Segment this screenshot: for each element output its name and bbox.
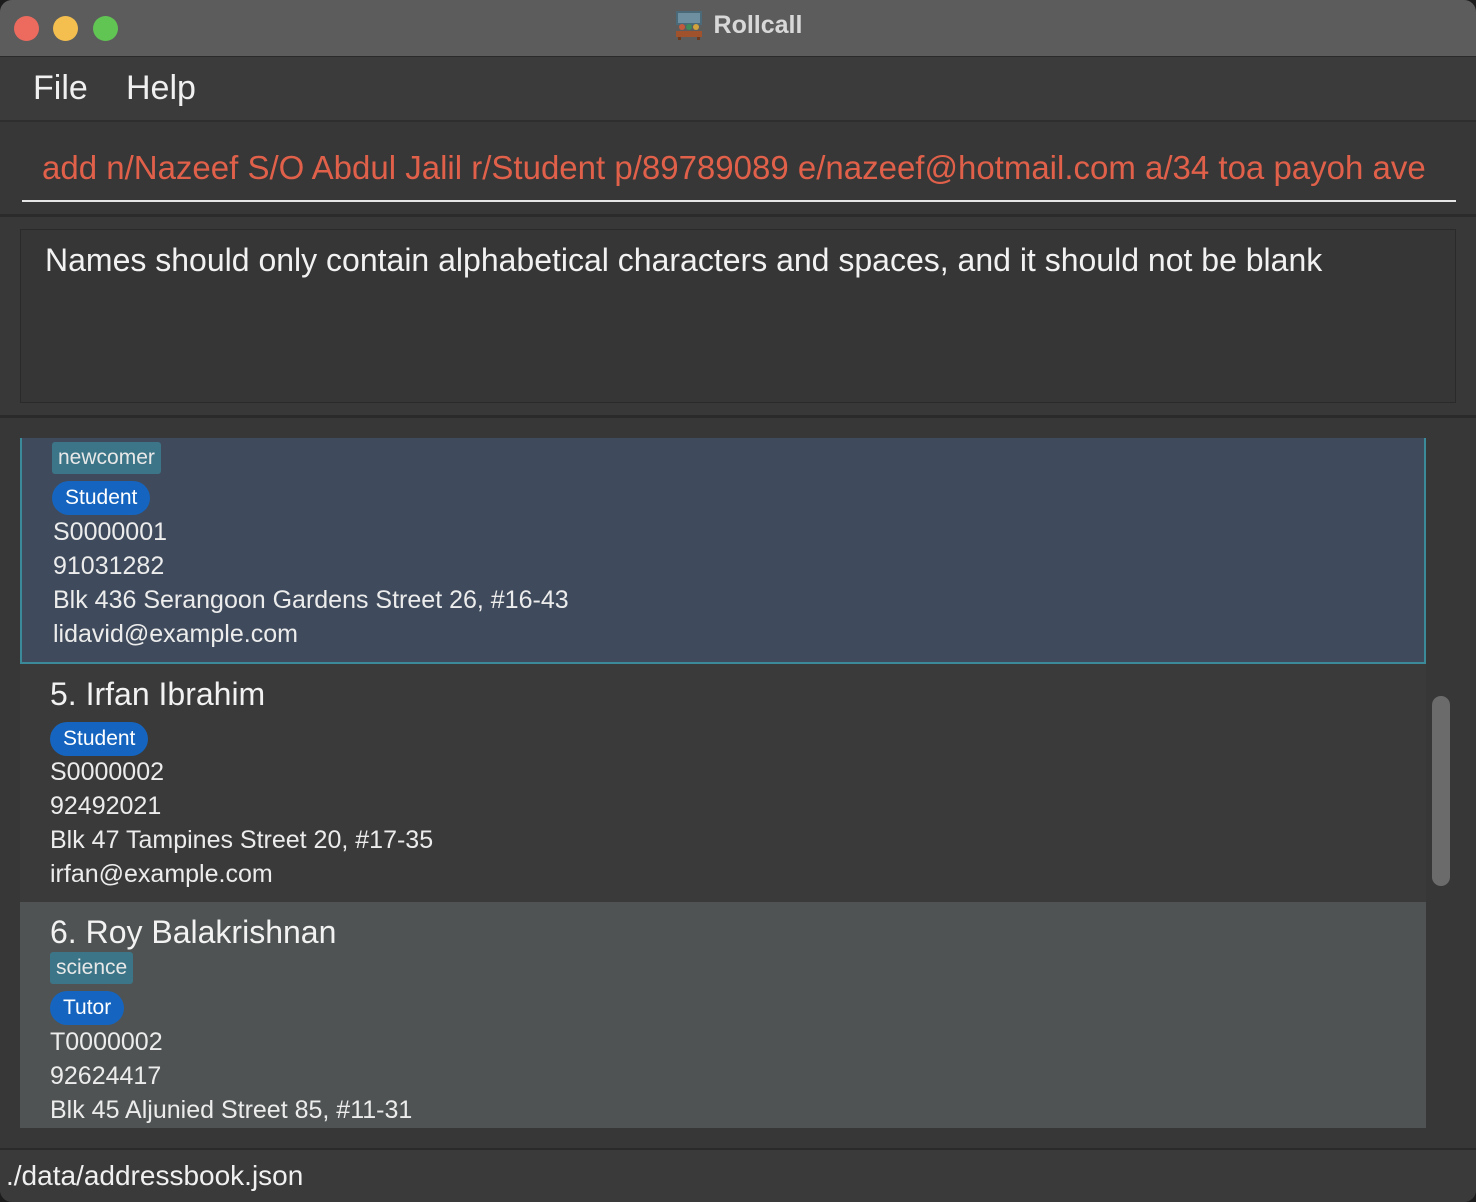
list-scrollbar[interactable] <box>1432 696 1450 886</box>
role-badge: Student <box>52 481 151 515</box>
person-phone: 92492021 <box>50 792 162 820</box>
save-location-path: ./data/addressbook.json <box>6 1160 304 1191</box>
title-bar: Rollcall <box>0 0 1476 57</box>
person-address: Blk 47 Tampines Street 20, #17-35 <box>50 826 434 854</box>
menu-help[interactable]: Help <box>126 69 196 108</box>
person-name: 5. Irfan Ibrahim <box>50 676 266 712</box>
person-phone: 91031282 <box>53 552 165 580</box>
status-bar: ./data/addressbook.json <box>0 1148 1476 1202</box>
role-badge: Tutor <box>50 991 125 1025</box>
tag-badge: newcomer <box>52 442 161 474</box>
person-name: 6. Roy Balakrishnan <box>50 914 337 950</box>
classroom-icon <box>675 11 702 40</box>
role-badge: Student <box>50 722 149 756</box>
person-address: Blk 45 Aljunied Street 85, #11-31 <box>50 1096 413 1124</box>
person-address: Blk 436 Serangoon Gardens Street 26, #16… <box>53 586 569 614</box>
tag-badge: science <box>50 952 134 984</box>
person-card[interactable]: 6. Roy Balakrishnan science Tutor T00000… <box>20 902 1426 1128</box>
person-phone: 92624417 <box>50 1062 162 1090</box>
app-window: Rollcall File Help add n/Nazeef S/O Abdu… <box>0 0 1476 1202</box>
menu-file[interactable]: File <box>33 69 88 108</box>
person-card[interactable]: 5. Irfan Ibrahim Student S0000002 924920… <box>20 664 1426 902</box>
person-id: S0000002 <box>50 758 165 786</box>
person-card-selected[interactable]: newcomer Student S0000001 91031282 Blk 4… <box>20 438 1426 664</box>
person-id: S0000001 <box>53 518 168 546</box>
command-input[interactable]: add n/Nazeef S/O Abdul Jalil r/Student p… <box>22 140 1456 202</box>
command-box: add n/Nazeef S/O Abdul Jalil r/Student p… <box>0 122 1476 217</box>
person-list-panel: newcomer Student S0000001 91031282 Blk 4… <box>0 418 1476 1148</box>
result-display: Names should only contain alphabetical c… <box>20 229 1456 403</box>
person-id: T0000002 <box>50 1028 163 1056</box>
person-email: lidavid@example.com <box>53 620 298 648</box>
person-list[interactable]: newcomer Student S0000001 91031282 Blk 4… <box>20 438 1426 1128</box>
result-display-panel: Names should only contain alphabetical c… <box>0 217 1476 418</box>
person-email: irfan@example.com <box>50 860 273 888</box>
window-title-text: Rollcall <box>713 10 803 39</box>
menu-bar: File Help <box>0 57 1476 122</box>
window-title: Rollcall <box>0 0 1476 50</box>
